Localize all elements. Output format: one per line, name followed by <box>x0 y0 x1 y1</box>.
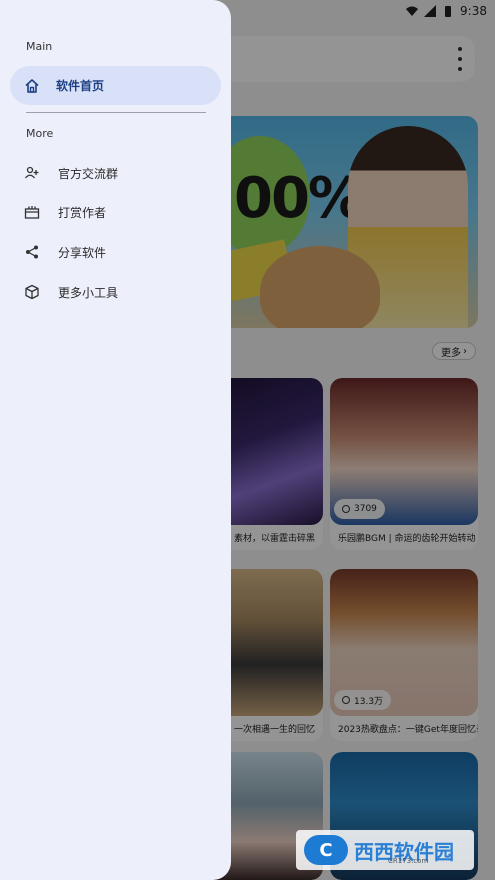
drawer-item-group[interactable]: 官方交流群 <box>24 161 118 185</box>
drawer-item-home[interactable]: 软件首页 <box>10 66 221 105</box>
drawer-item-label: 分享软件 <box>58 245 107 260</box>
section-title-more: More <box>26 127 54 140</box>
drawer-item-tools[interactable]: 更多小工具 <box>24 280 118 304</box>
divider <box>26 112 206 113</box>
cube-icon <box>25 284 39 300</box>
home-icon <box>25 78 39 93</box>
drawer-item-label: 官方交流群 <box>58 166 119 181</box>
group-add-icon <box>24 166 39 179</box>
watermark-url: CR173.com <box>388 857 429 865</box>
section-title-main: Main <box>26 40 53 53</box>
drawer-item-donate[interactable]: 打赏作者 <box>24 200 106 224</box>
watermark-logo: C <box>304 835 348 865</box>
drawer-item-label: 打赏作者 <box>58 205 107 220</box>
watermark: C 西西软件园 CR173.com <box>296 830 474 870</box>
drawer-item-label: 软件首页 <box>56 79 105 93</box>
navigation-drawer: Main 软件首页 More 官方交流群 打赏作者 分享软件 更多小工具 <box>0 0 231 880</box>
share-icon <box>26 245 38 259</box>
drawer-item-share[interactable]: 分享软件 <box>24 240 106 264</box>
drawer-item-label: 更多小工具 <box>58 285 119 300</box>
gift-icon <box>24 206 40 219</box>
